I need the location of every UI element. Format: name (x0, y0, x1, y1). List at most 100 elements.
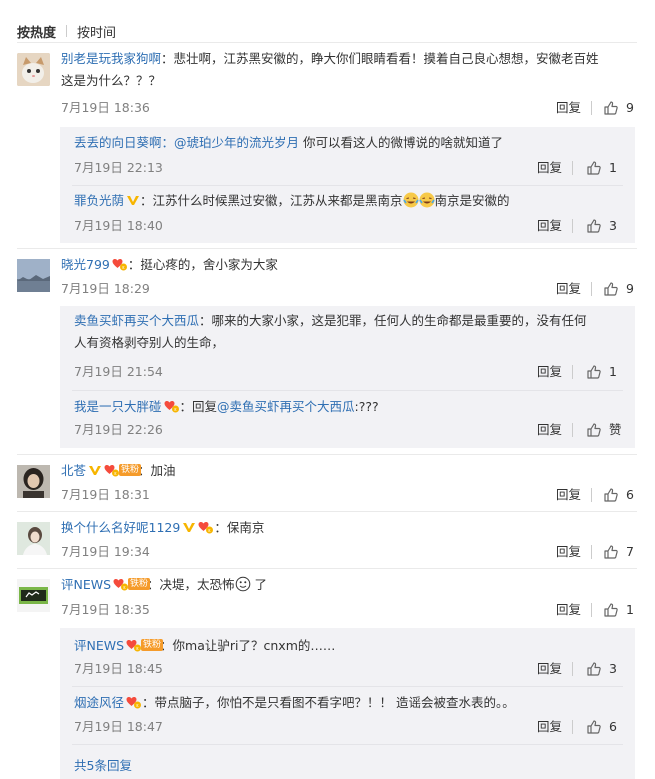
like-button[interactable]: 1 (586, 363, 617, 381)
reply-mention[interactable]: ：@琥珀少年的流光岁月 (162, 135, 300, 150)
like-button[interactable]: 1 (603, 601, 634, 619)
divider (72, 744, 623, 745)
reply-button[interactable]: 回复 (556, 601, 581, 619)
avatar[interactable] (17, 579, 50, 612)
reply-text-cont: 人有资格剥夺别人的生命， (74, 335, 225, 350)
member-badge-icon (164, 399, 180, 413)
tab-divider (66, 25, 68, 37)
comment-time: 7月19日 18:31 (61, 487, 150, 502)
reply-button[interactable]: 回复 (537, 217, 562, 235)
thumbs-up-icon (603, 602, 619, 618)
like-button[interactable]: 9 (603, 99, 634, 117)
comment-body: 评NEWS 铁粉 ：决堤，太恐怖 了 (61, 576, 267, 594)
reply-text: ：回复 (179, 399, 218, 414)
action-divider (591, 282, 592, 296)
divider (72, 686, 623, 687)
like-count: 1 (609, 160, 617, 175)
comment-username[interactable]: 晓光799 (61, 257, 110, 272)
reply-username[interactable]: 烟途风径 (74, 695, 124, 710)
action-divider (572, 720, 573, 734)
reply-button[interactable]: 回复 (537, 159, 562, 177)
member-badge-icon (113, 577, 129, 591)
like-count: 1 (626, 602, 634, 617)
reply-button[interactable]: 回复 (537, 421, 562, 439)
like-count: 3 (609, 661, 617, 676)
fan-badge: 铁粉 (126, 638, 164, 652)
action-divider (572, 365, 573, 379)
thumbs-up-icon (586, 218, 602, 234)
divider (72, 185, 623, 186)
like-button[interactable]: 6 (603, 486, 634, 504)
crying-laughing-emoji-icon (402, 192, 419, 208)
verified-v-icon (88, 463, 102, 477)
reply-list: 丢丢的向日葵啊：@琥珀少年的流光岁月 你可以看这人的微博说的啥就知道了 7月19… (60, 127, 635, 243)
comment-username[interactable]: 别老是玩我家狗啊 (61, 51, 161, 66)
comment-body: 换个什么名好呢1129 ：保南京 (61, 519, 264, 537)
reply-button[interactable]: 回复 (556, 486, 581, 504)
member-badge-icon (126, 695, 142, 709)
comment-text: ：保南京 (214, 520, 265, 535)
thumbs-up-icon (603, 487, 619, 503)
reply-username[interactable]: 罪负光荫 (74, 193, 124, 208)
reply-mention[interactable]: @卖鱼买虾再买个大西瓜 (217, 399, 355, 414)
like-count: 赞 (609, 422, 622, 437)
thumbs-up-icon (586, 661, 602, 677)
comment-username[interactable]: 评NEWS (61, 577, 111, 592)
avatar[interactable] (17, 522, 50, 555)
avatar[interactable] (17, 259, 50, 292)
reply-button[interactable]: 回复 (556, 280, 581, 298)
sort-by-hot-tab[interactable]: 按热度 (17, 22, 56, 41)
comment-username[interactable]: 北苍 (61, 463, 86, 478)
like-button[interactable]: 3 (586, 660, 617, 678)
like-count: 7 (626, 544, 634, 559)
sort-tabs: 按热度 按时间 (17, 22, 116, 41)
like-button[interactable]: 1 (586, 159, 617, 177)
reply-body: 评NEWS 铁粉 ：你ma让驴ri了？cnxm的…… (74, 637, 335, 655)
fan-badge: 铁粉 (104, 463, 142, 477)
divider (72, 390, 623, 391)
avatar[interactable] (17, 465, 50, 498)
reply-username[interactable]: 丢丢的向日葵啊 (74, 135, 162, 150)
reply-time: 7月19日 18:45 (74, 661, 163, 676)
reply-time: 7月19日 22:26 (74, 422, 163, 437)
reply-username[interactable]: 我是一只大胖碰 (74, 399, 162, 414)
reply-text: ：哪来的大家小家，这是犯罪，任何人的生命都是最重要的，没有任何 (199, 313, 587, 328)
comment-username[interactable]: 换个什么名好呢1129 (61, 520, 180, 535)
fan-badge-label: 铁粉 (141, 639, 164, 651)
like-button[interactable]: 3 (586, 217, 617, 235)
comment-text-cont: 这是为什么？？？ (61, 73, 162, 88)
reply-button[interactable]: 回复 (537, 660, 562, 678)
reply-body: 我是一只大胖碰 ：回复@卖鱼买虾再买个大西瓜:??? (74, 398, 379, 416)
action-divider (572, 423, 573, 437)
reply-time: 7月19日 21:54 (74, 364, 163, 379)
thumbs-up-icon (603, 281, 619, 297)
like-button[interactable]: 6 (586, 718, 617, 736)
divider (17, 568, 637, 569)
comment-text: ：决堤，太恐怖 (147, 577, 235, 592)
like-count: 1 (609, 364, 617, 379)
more-replies-link[interactable]: 共5条回复 (74, 755, 132, 774)
like-button[interactable]: 7 (603, 543, 634, 561)
sort-by-time-tab[interactable]: 按时间 (77, 22, 116, 41)
like-button[interactable]: 9 (603, 280, 634, 298)
avatar[interactable] (17, 53, 50, 86)
reply-button[interactable]: 回复 (556, 99, 581, 117)
thumbs-up-icon (586, 719, 602, 735)
like-button[interactable]: 赞 (586, 421, 622, 439)
reply-text: 你可以看这人的微博说的啥就知道了 (299, 135, 504, 150)
reply-button[interactable]: 回复 (556, 543, 581, 561)
comment-time: 7月19日 18:35 (61, 602, 150, 617)
reply-button[interactable]: 回复 (537, 363, 562, 381)
comment-text: ：挺心疼的，舍小家为大家 (127, 257, 278, 272)
action-divider (572, 662, 573, 676)
shocked-emoji-icon (235, 576, 250, 592)
reply-list: 评NEWS 铁粉 ：你ma让驴ri了？cnxm的…… 7月19日 18:45 回复 … (60, 628, 635, 779)
like-count: 9 (626, 281, 634, 296)
reply-username[interactable]: 卖鱼买虾再买个大西瓜 (74, 313, 199, 328)
action-divider (572, 219, 573, 233)
comment-time: 7月19日 19:34 (61, 544, 150, 559)
reply-button[interactable]: 回复 (537, 718, 562, 736)
reply-username[interactable]: 评NEWS (74, 638, 124, 653)
action-divider (591, 545, 592, 559)
reply-time: 7月19日 18:47 (74, 719, 163, 734)
